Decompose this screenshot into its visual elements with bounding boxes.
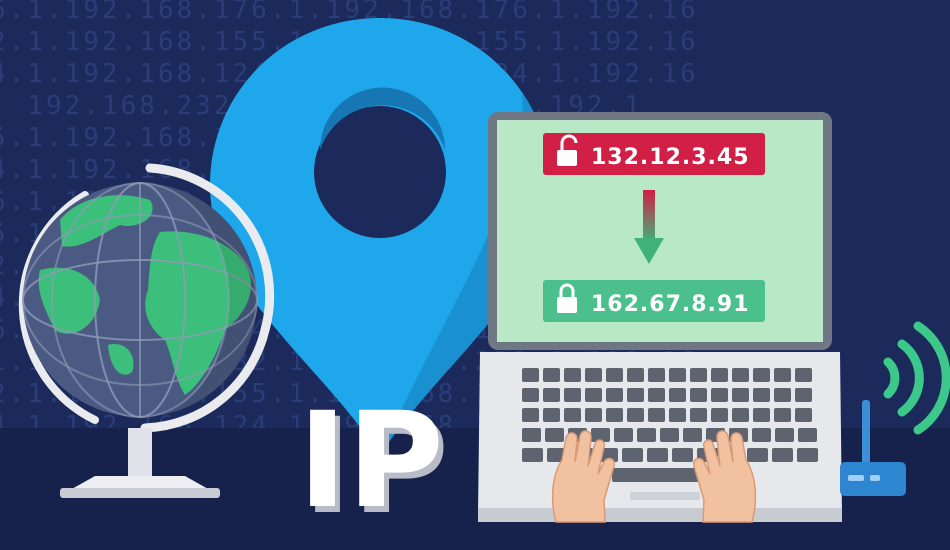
keyboard-key [732, 388, 749, 402]
keyboard-key [669, 388, 686, 402]
wifi-signal-icon [883, 321, 950, 435]
new-ip-address: 162.67.8.91 [591, 292, 750, 317]
keyboard-key [711, 408, 728, 422]
keyboard-key [543, 408, 560, 422]
keyboard-key [747, 448, 768, 462]
keyboard-key [753, 388, 770, 402]
keyboard-key [585, 388, 602, 402]
keyboard-key [774, 368, 791, 382]
keyboard-key [627, 388, 644, 402]
keyboard-key [732, 368, 749, 382]
keyboard-key [672, 448, 693, 462]
router-icon [840, 400, 906, 496]
keyboard-key [585, 408, 602, 422]
keyboard-key [522, 428, 541, 442]
keyboard-key [660, 428, 679, 442]
keyboard-key [545, 428, 564, 442]
keyboard-key [606, 388, 623, 402]
keyboard-key [797, 448, 818, 462]
keyboard-key [752, 428, 771, 442]
keyboard-key [606, 408, 623, 422]
keyboard-key [522, 368, 539, 382]
keyboard-key [522, 408, 539, 422]
ip-label-group: IP IP [298, 384, 449, 544]
keyboard-key [606, 368, 623, 382]
keyboard-key [795, 408, 812, 422]
keyboard-key [795, 388, 812, 402]
ip-label: IP [298, 384, 444, 538]
keyboard-key [690, 408, 707, 422]
keyboard-key [690, 388, 707, 402]
keyboard-key [543, 368, 560, 382]
keyboard-key [711, 368, 728, 382]
keyboard-key [627, 408, 644, 422]
keyboard-key [564, 408, 581, 422]
laptop: 132.12.3.45 162.67.8.91 [478, 112, 842, 522]
keyboard-key [774, 408, 791, 422]
keyboard-key [622, 448, 643, 462]
keyboard-key [522, 448, 543, 462]
keyboard-key [637, 428, 656, 442]
keyboard-key [648, 408, 665, 422]
keyboard-key [774, 388, 791, 402]
keyboard-key [798, 428, 817, 442]
keyboard-key [564, 368, 581, 382]
keyboard-key [585, 368, 602, 382]
keyboard-key [795, 368, 812, 382]
keyboard-key [648, 368, 665, 382]
keyboard-key [543, 388, 560, 402]
keyboard-key [647, 448, 668, 462]
keyboard-key [614, 428, 633, 442]
keyboard-key [564, 388, 581, 402]
ip-illustration: 6.1.192.168.176.1.192.168.176.1.192.16 2… [0, 0, 950, 550]
keyboard-key [683, 428, 702, 442]
keyboard-key [690, 368, 707, 382]
keyboard-key [648, 388, 665, 402]
keyboard-key [669, 368, 686, 382]
keyboard-key [753, 408, 770, 422]
old-ip-address: 132.12.3.45 [591, 145, 750, 170]
illustration-canvas: IP IP 132.12.3.45 162.67.8.91 [18, 18, 950, 544]
keyboard-key [732, 408, 749, 422]
keyboard-key [753, 368, 770, 382]
keyboard-key [627, 368, 644, 382]
keyboard-key [669, 408, 686, 422]
keyboard-key [775, 428, 794, 442]
keyboard-key [711, 388, 728, 402]
keyboard-key [772, 448, 793, 462]
keyboard-key [522, 388, 539, 402]
